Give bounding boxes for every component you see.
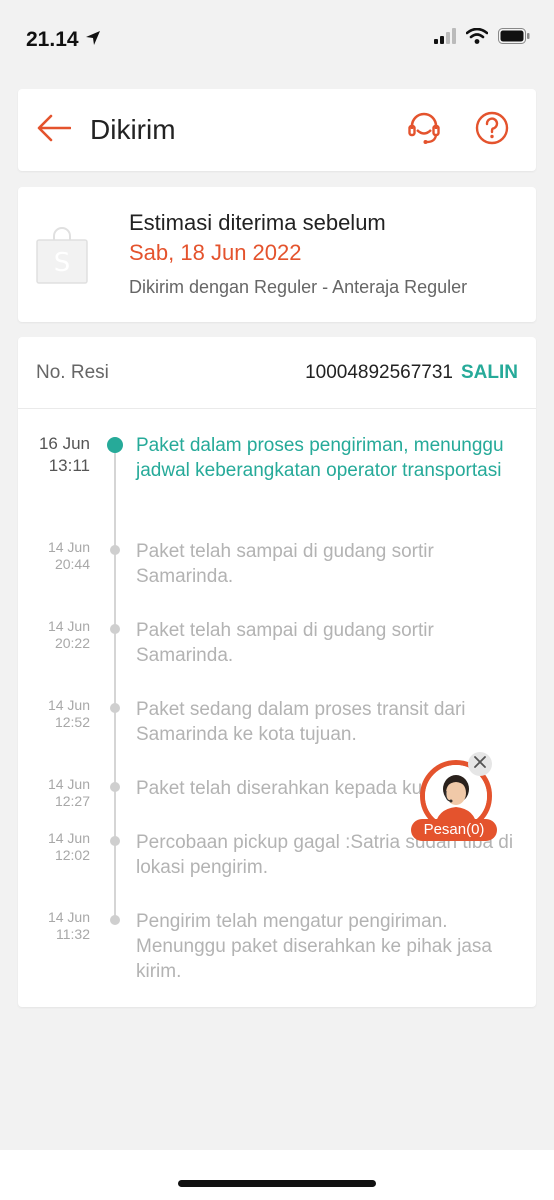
home-indicator[interactable] [178,1180,376,1187]
event-timestamp: 14 Jun 20:44 [28,539,90,573]
timeline-dot [110,703,120,713]
customer-service-button[interactable] [390,89,458,171]
resi-row: No. Resi 10004892567731 SALIN [18,337,536,409]
estimate-texts: Estimasi diterima sebelum Sab, 18 Jun 20… [129,208,467,302]
location-arrow-icon [85,28,101,52]
status-time: 21.14 [26,28,79,51]
tracking-timeline: 16 Jun 13:11 Paket dalam proses pengirim… [18,409,536,1007]
event-date: 16 Jun [38,434,90,453]
timeline-dot [110,782,120,792]
event-text: Paket sedang dalam proses transit dari S… [136,699,466,745]
tracking-card: No. Resi 10004892567731 SALIN 16 Jun 13:… [18,337,536,1007]
event-timestamp: 14 Jun 20:22 [28,618,90,652]
event-time: 12:27 [54,793,90,809]
event-timestamp: 14 Jun 12:27 [28,776,90,810]
svg-text:S: S [54,248,71,278]
close-chat-button[interactable] [468,752,492,776]
back-button[interactable] [18,89,90,171]
resi-label: No. Resi [36,361,109,383]
page-title: Dikirim [90,114,176,145]
timeline-dot [110,836,120,846]
status-icons [434,27,530,49]
customer-service-icon [407,111,441,150]
status-time-group: 21.14 [26,28,101,52]
estimate-date: Sab, 18 Jun 2022 [129,239,302,265]
courier-info: Dikirim dengan Reguler - Anteraja Regule… [129,276,468,297]
event-date: 14 Jun [47,539,90,555]
event-time: 12:02 [54,847,90,863]
wifi-icon [465,27,489,49]
copy-resi-button[interactable]: SALIN [461,362,518,384]
close-icon [473,755,487,774]
event-time: 12:52 [54,714,90,730]
event-date: 14 Jun [47,776,90,792]
event-time: 13:11 [48,456,90,475]
timeline-dot [110,915,120,925]
event-time: 20:44 [54,556,90,572]
event-timestamp: 16 Jun 13:11 [28,433,90,477]
status-bar: 21.14 [0,0,554,80]
estimate-label: Estimasi diterima sebelum [129,209,386,235]
event-date: 14 Jun [47,618,90,634]
timeline-dot [110,545,120,555]
event-timestamp: 14 Jun 12:52 [28,697,90,731]
event-text: Paket telah sampai di gudang sortir Sama… [136,541,434,587]
event-timestamp: 14 Jun 11:32 [28,909,90,943]
delivery-estimate-card: S Estimasi diterima sebelum Sab, 18 Jun … [18,187,536,322]
chat-label: Pesan(0) [411,819,497,841]
event-date: 14 Jun [47,697,90,713]
event-timestamp: 14 Jun 12:02 [28,830,90,864]
timeline-dot-active [107,437,123,453]
help-button[interactable] [458,89,526,171]
event-time: 20:22 [54,635,90,651]
event-date: 14 Jun [47,830,90,846]
battery-icon [498,28,530,49]
back-arrow-icon [37,114,72,147]
signal-icon [434,28,456,49]
event-time: 11:32 [56,926,90,942]
timeline-line [114,447,116,923]
event-text: Pengirim telah mengatur pengiriman. Menu… [136,911,492,982]
header-bar: Dikirim [18,89,536,171]
timeline-dot [110,624,120,634]
resi-number: 10004892567731 [305,361,453,383]
shopee-bag-icon: S [36,226,88,284]
home-area [0,1150,554,1200]
event-text: Paket dalam proses pengiriman, menunggu … [136,435,504,481]
event-date: 14 Jun [47,909,90,925]
help-icon [475,111,509,150]
event-text: Paket telah sampai di gudang sortir Sama… [136,620,434,666]
